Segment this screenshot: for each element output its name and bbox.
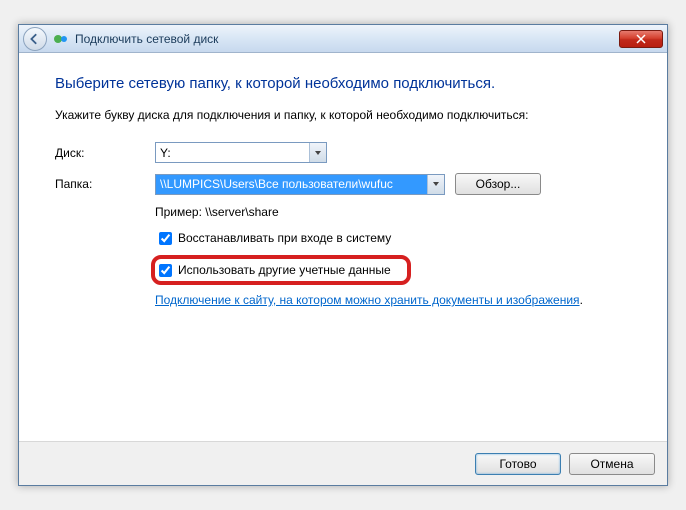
close-icon xyxy=(636,34,646,44)
reconnect-label: Восстанавливать при входе в систему xyxy=(178,231,391,245)
cancel-button[interactable]: Отмена xyxy=(569,453,655,475)
network-drive-icon xyxy=(53,31,69,47)
folder-label: Папка: xyxy=(55,177,155,191)
footer: Готово Отмена xyxy=(19,441,667,485)
page-heading: Выберите сетевую папку, к которой необхо… xyxy=(55,75,631,92)
arrow-left-icon xyxy=(29,33,41,45)
reconnect-row: Восстанавливать при входе в систему xyxy=(155,229,631,247)
titlebar: Подключить сетевой диск xyxy=(19,25,667,53)
reconnect-checkbox[interactable] xyxy=(159,232,172,245)
different-creds-label: Использовать другие учетные данные xyxy=(178,263,391,277)
link-period: . xyxy=(580,293,583,307)
different-creds-row: Использовать другие учетные данные xyxy=(151,255,411,285)
dialog-window: Подключить сетевой диск Выберите сетевую… xyxy=(18,24,668,486)
drive-dropdown-button[interactable] xyxy=(309,143,326,162)
window-title: Подключить сетевой диск xyxy=(75,32,218,46)
drive-select[interactable]: Y: xyxy=(155,142,327,163)
chevron-down-icon xyxy=(432,180,440,188)
example-text: Пример: \\server\share xyxy=(155,205,631,219)
folder-value: \\LUMPICS\Users\Все пользователи\wufuc xyxy=(156,175,427,194)
close-button[interactable] xyxy=(619,30,663,48)
chevron-down-icon xyxy=(314,149,322,157)
different-creds-checkbox[interactable] xyxy=(159,264,172,277)
drive-label: Диск: xyxy=(55,146,155,160)
link-row: Подключение к сайту, на котором можно хр… xyxy=(155,293,631,307)
instruction-text: Укажите букву диска для подключения и па… xyxy=(55,108,631,122)
drive-value: Y: xyxy=(160,146,171,160)
content-area: Выберите сетевую папку, к которой необхо… xyxy=(19,53,667,441)
drive-row: Диск: Y: xyxy=(55,142,631,163)
folder-combobox[interactable]: \\LUMPICS\Users\Все пользователи\wufuc xyxy=(155,174,445,195)
folder-dropdown-button[interactable] xyxy=(427,175,444,194)
back-button[interactable] xyxy=(23,27,47,51)
folder-row: Папка: \\LUMPICS\Users\Все пользователи\… xyxy=(55,173,631,195)
connect-website-link[interactable]: Подключение к сайту, на котором можно хр… xyxy=(155,293,580,307)
browse-button[interactable]: Обзор... xyxy=(455,173,541,195)
finish-button[interactable]: Готово xyxy=(475,453,561,475)
